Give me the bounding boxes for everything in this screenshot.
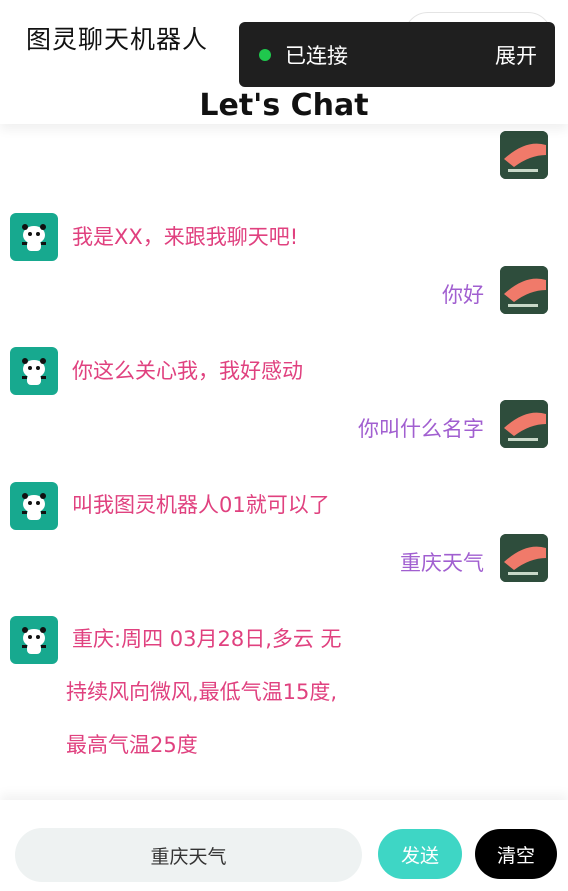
- chat-list[interactable]: 我是XX，来跟我聊天吧! 你好 你这么关心我，我好感动 你叫什么名字 叫我图灵机…: [0, 124, 568, 800]
- panda-icon: [22, 358, 46, 385]
- bot-avatar: [10, 482, 58, 530]
- clear-button[interactable]: 清空: [475, 829, 557, 879]
- user-avatar-image: [500, 400, 548, 448]
- user-message: 你叫什么名字: [358, 417, 484, 441]
- bot-message-line: 持续风向微风,最低气温15度,: [66, 680, 338, 704]
- bot-message-line: 最高气温25度: [66, 733, 198, 757]
- user-avatar: [500, 534, 548, 582]
- user-avatar-image: [500, 266, 548, 314]
- user-avatar: [500, 266, 548, 314]
- send-button[interactable]: 发送: [378, 829, 462, 879]
- user-message: 你好: [442, 283, 484, 307]
- bot-message: 叫我图灵机器人01就可以了: [72, 493, 330, 517]
- bot-message: 你这么关心我，我好感动: [72, 359, 303, 383]
- page-title: Let's Chat: [199, 88, 369, 123]
- panda-icon: [22, 224, 46, 251]
- bot-message: 我是XX，来跟我聊天吧!: [72, 225, 299, 249]
- bot-avatar: [10, 213, 58, 261]
- composer-bar: 发送 清空: [0, 800, 568, 891]
- bot-avatar: [10, 347, 58, 395]
- user-avatar-image: [500, 534, 548, 582]
- user-avatar-image: [500, 131, 548, 179]
- panda-icon: [22, 627, 46, 654]
- user-avatar: [500, 400, 548, 448]
- connected-dot-icon: [259, 49, 271, 61]
- app-title: 图灵聊天机器人: [26, 25, 209, 54]
- chat-page: 图灵聊天机器人 ••• Let's Chat 已连接 展开: [0, 0, 568, 891]
- message-input[interactable]: [15, 828, 362, 882]
- connection-status-bar: 已连接 展开: [239, 22, 555, 87]
- user-avatar: [500, 131, 548, 179]
- connection-status-text: 已连接: [285, 44, 348, 68]
- bot-message-line: 重庆:周四 03月28日,多云 无: [72, 627, 342, 651]
- bot-avatar: [10, 616, 58, 664]
- panda-icon: [22, 493, 46, 520]
- user-message: 重庆天气: [400, 551, 484, 575]
- expand-button[interactable]: 展开: [495, 40, 537, 70]
